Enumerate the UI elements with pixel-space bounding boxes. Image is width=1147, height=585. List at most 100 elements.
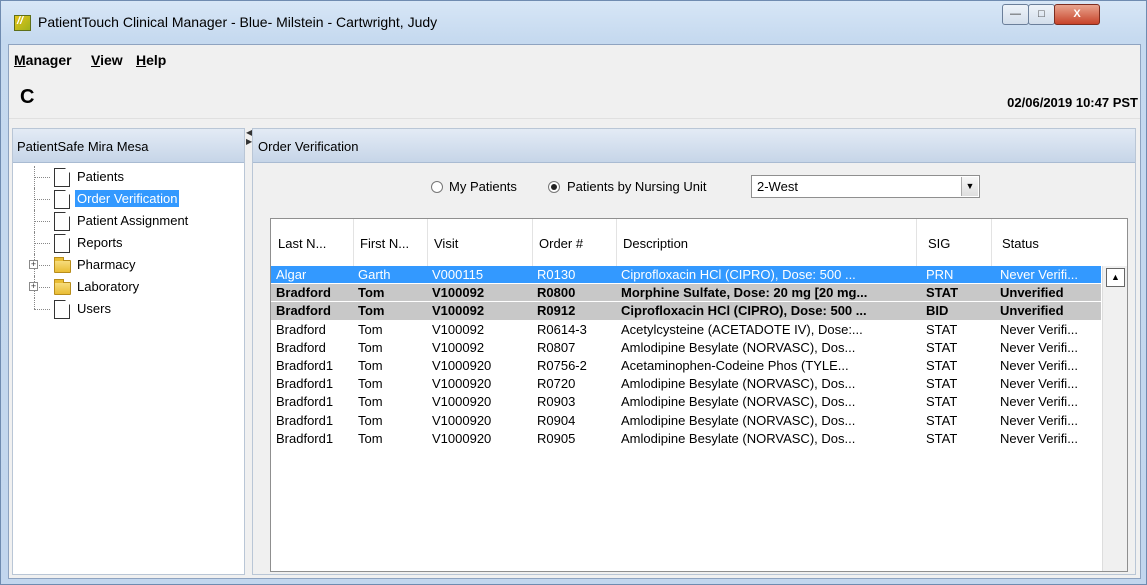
cell-first: Tom (358, 376, 383, 392)
tree-item-label[interactable]: Users (75, 300, 113, 317)
nursing-unit-select[interactable]: 2-West ▼ (751, 175, 980, 198)
table-row[interactable]: Bradford Tom V100092 R0614-3 Acetylcysteine … (271, 321, 1101, 339)
cell-visit: V100092 (432, 321, 485, 337)
cell-sig: BID (926, 303, 949, 319)
cell-status: Never Verifi... (1000, 376, 1079, 392)
column-header-sig[interactable]: SIG (928, 236, 950, 251)
cell-order: R0912 (537, 303, 576, 319)
cell-description: Acetaminophen-Codeine Phos (TYLE... (621, 357, 849, 373)
cell-description: Ciprofloxacin HCl (CIPRO), Dose: 500 ... (621, 303, 867, 319)
nursing-unit-label[interactable]: Patients by Nursing Unit (567, 179, 706, 194)
cell-last: Bradford (276, 303, 331, 319)
table-row[interactable]: Bradford1 Tom V1000920 R0903 Amlodipine Besy… (271, 393, 1101, 412)
cell-order: R0807 (537, 339, 576, 355)
cell-description: Amlodipine Besylate (NORVASC), Dos... (621, 412, 856, 428)
tree-item-patient-assignment[interactable]: Patient Assignment (13, 210, 244, 232)
cell-first: Tom (358, 285, 385, 301)
column-header-last[interactable]: Last N... (278, 236, 326, 251)
my-patients-radio[interactable] (431, 181, 443, 193)
column-divider[interactable] (353, 219, 354, 266)
column-header-visit[interactable]: Visit (434, 236, 458, 251)
minimize-button[interactable]: — (1002, 4, 1029, 25)
cell-first: Tom (358, 321, 383, 337)
cell-first: Tom (358, 394, 383, 410)
cell-status: Never Verifi... (1000, 412, 1079, 428)
title-bar[interactable]: PatientTouch Clinical Manager - Blue- Mi… (1, 1, 1146, 43)
column-divider[interactable] (616, 219, 617, 266)
tree-item-label[interactable]: Pharmacy (75, 256, 138, 273)
column-header-description[interactable]: Description (623, 236, 688, 251)
column-divider[interactable] (991, 219, 992, 266)
tree-item-order-verification[interactable]: Order Verification (13, 188, 244, 210)
tree-item-label[interactable]: Order Verification (75, 190, 180, 207)
cell-status: Never Verifi... (1000, 430, 1079, 446)
cell-first: Garth (358, 267, 391, 282)
table-row[interactable]: Bradford1 Tom V1000920 R0904 Amlodipine Besy… (271, 412, 1101, 430)
expand-icon[interactable]: + (29, 260, 38, 269)
column-divider[interactable] (427, 219, 428, 266)
cell-first: Tom (358, 339, 383, 355)
tree-item-users[interactable]: Users (13, 298, 244, 320)
menu-manager[interactable]: Manager (14, 52, 72, 68)
cell-visit: V1000920 (432, 412, 492, 428)
table-row[interactable]: Bradford1 Tom V1000920 R0905 Amlodipine Besy… (271, 430, 1101, 448)
cell-sig: STAT (926, 394, 958, 410)
column-divider[interactable] (916, 219, 917, 266)
pane-splitter[interactable]: ◀ ▶ (246, 128, 252, 575)
cell-first: Tom (358, 412, 383, 428)
tree-item-label[interactable]: Reports (75, 234, 125, 251)
cell-last: Bradford (276, 321, 326, 337)
scroll-up-icon[interactable]: ▲ (1106, 268, 1125, 287)
document-icon (54, 234, 70, 253)
nursing-unit-radio[interactable] (548, 181, 560, 193)
tree-connector (34, 243, 50, 244)
my-patients-label[interactable]: My Patients (449, 179, 517, 194)
tree-item-label[interactable]: Laboratory (75, 278, 141, 295)
table-row[interactable]: Bradford Tom V100092 R0912 Ciprofloxacin HCl… (271, 302, 1101, 321)
tree-item-reports[interactable]: Reports (13, 232, 244, 254)
maximize-button[interactable]: □ (1028, 4, 1055, 25)
cell-order: R0720 (537, 376, 576, 392)
vertical-scrollbar[interactable]: ▲ (1102, 266, 1127, 571)
column-header-status[interactable]: Status (1002, 236, 1039, 251)
tree-item-label[interactable]: Patients (75, 168, 126, 185)
tree-item-pharmacy[interactable]: + Pharmacy (13, 254, 244, 276)
cell-order: R0904 (537, 412, 576, 428)
menu-view[interactable]: View (91, 52, 123, 68)
cell-status: Never Verifi... (1000, 357, 1079, 373)
cell-last: Bradford (276, 285, 331, 301)
cell-last: Bradford1 (276, 412, 334, 428)
tree-item-laboratory[interactable]: + Laboratory (13, 276, 244, 298)
cell-last: Bradford1 (276, 430, 334, 446)
expand-icon[interactable]: + (29, 282, 38, 291)
table-row[interactable]: Bradford Tom V100092 R0800 Morphine Sulfate,… (271, 284, 1101, 303)
cell-first: Tom (358, 430, 383, 446)
cell-sig: STAT (926, 357, 958, 373)
cell-sig: PRN (926, 267, 954, 282)
current-datetime: 02/06/2019 10:47 PST (1007, 95, 1138, 110)
orders-table: Last N... First N... Visit Order # Descripti… (270, 218, 1128, 572)
refresh-icon[interactable]: C (20, 87, 34, 107)
cell-sig: STAT (926, 321, 958, 337)
cell-sig: STAT (926, 285, 959, 301)
table-row[interactable]: Bradford1 Tom V1000920 R0756-2 Acetaminophen… (271, 357, 1101, 376)
column-divider[interactable] (532, 219, 533, 266)
tree-item-patients[interactable]: Patients (13, 166, 244, 188)
dropdown-arrow-icon[interactable]: ▼ (961, 177, 978, 196)
cell-last: Bradford1 (276, 376, 334, 392)
pane-title: Order Verification (253, 129, 1135, 163)
tree-item-label[interactable]: Patient Assignment (75, 212, 190, 229)
tree-connector (34, 221, 50, 222)
cell-visit: V100092 (432, 303, 485, 319)
window-title: PatientTouch Clinical Manager - Blue- Mi… (38, 14, 438, 30)
table-row[interactable]: Bradford Tom V100092 R0807 Amlodipine Besyla… (271, 339, 1101, 357)
menu-help[interactable]: Help (136, 52, 166, 68)
folder-icon (54, 257, 71, 273)
column-header-order[interactable]: Order # (539, 236, 583, 251)
close-button[interactable]: X (1054, 4, 1100, 25)
table-row[interactable]: Algar Garth V000115 R0130 Ciprofloxacin HCl … (271, 266, 1101, 285)
column-header-first[interactable]: First N... (360, 236, 409, 251)
table-row[interactable]: Bradford1 Tom V1000920 R0720 Amlodipine Besy… (271, 375, 1101, 394)
menu-help-label: elp (146, 52, 167, 68)
app-window: PatientTouch Clinical Manager - Blue- Mi… (0, 0, 1147, 585)
